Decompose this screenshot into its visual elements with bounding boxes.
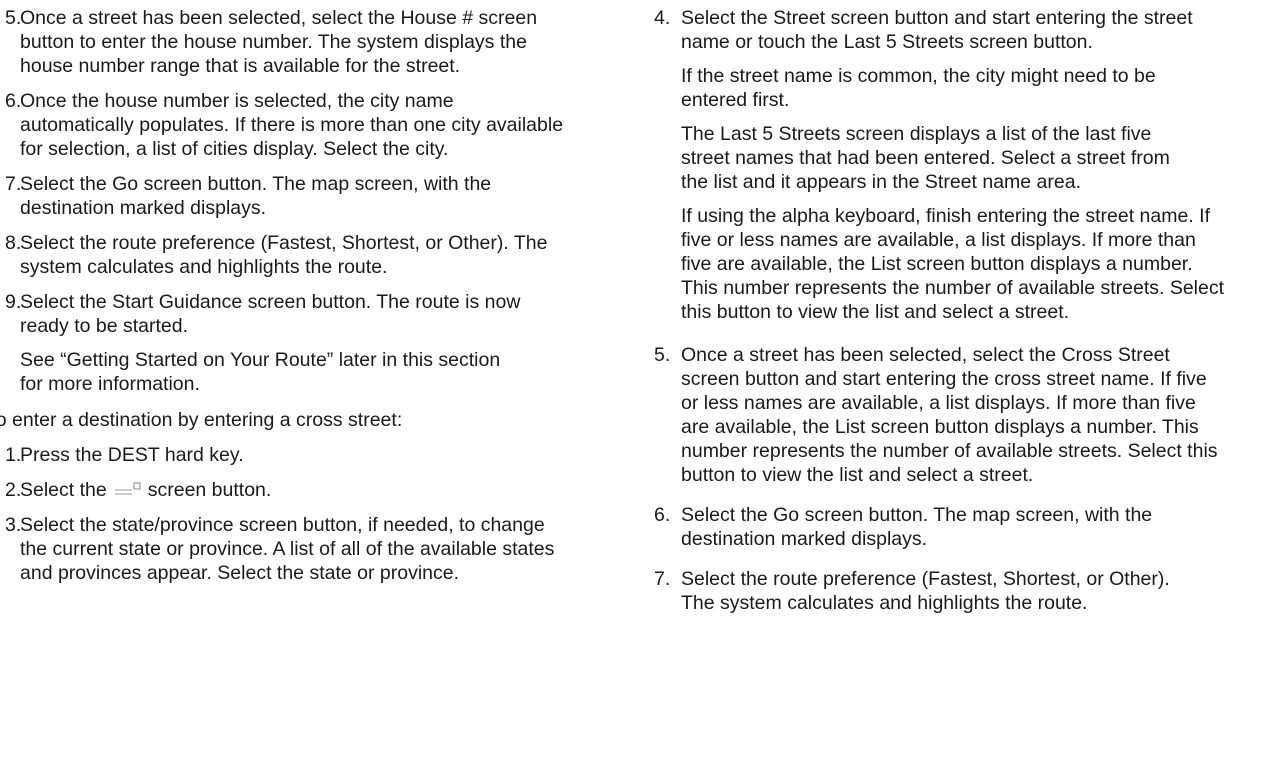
step-2-select-button: 2. Select the screen button. — [0, 478, 568, 502]
step-paragraph: If using the alpha keyboard, finish ente… — [681, 205, 1225, 323]
left-column: 5. Once a street has been selected, sele… — [0, 6, 576, 596]
step-text-before: Select the — [20, 479, 107, 501]
step-number: 3. — [5, 514, 22, 536]
step-6-go-button: 6. Select the Go screen button. The map … — [654, 503, 1226, 551]
step-paragraph: Once a street has been selected, select … — [681, 344, 1218, 486]
step-3-state-province: 3. Select the state/province screen butt… — [0, 513, 565, 585]
step-5-cross-street: 5. Once a street has been selected, sele… — [654, 343, 1226, 487]
step-9-start-guidance: 9. Select the Start Guidance screen butt… — [0, 290, 568, 396]
step-number: 6. — [654, 504, 671, 526]
step-number: 5. — [654, 344, 671, 366]
step-text: Select the screen button. — [20, 478, 568, 502]
step-paragraph: The Last 5 Streets screen displays a lis… — [681, 123, 1170, 193]
step-1-press-dest: 1. Press the DEST hard key. — [0, 443, 568, 467]
step-text: Press the DEST hard key. — [20, 444, 244, 466]
step-number: 2. — [5, 479, 22, 501]
step-paragraph: If the street name is common, the city m… — [681, 65, 1156, 111]
step-number: 6. — [5, 90, 22, 112]
step-number: 1. — [5, 444, 22, 466]
step-number: 9. — [5, 291, 22, 313]
step-number: 7. — [654, 568, 671, 590]
step-note: See “Getting Started on Your Route” late… — [20, 349, 501, 395]
step-text: Select the Go screen button. The map scr… — [20, 173, 492, 219]
step-paragraph: Select the Go screen button. The map scr… — [681, 504, 1153, 550]
step-paragraph: Select the route preference (Fastest, Sh… — [681, 568, 1170, 614]
right-column: 4. Select the Street screen button and s… — [654, 6, 1234, 626]
step-7-go-button: 7. Select the Go screen button. The map … — [0, 172, 568, 220]
step-text: Once a street has been selected, select … — [20, 7, 538, 77]
step-text: Select the route preference (Fastest, Sh… — [20, 232, 548, 278]
section-intro: To enter a destination by entering a cro… — [0, 409, 403, 431]
cross-street-button-icon — [114, 482, 141, 495]
step-number: 7. — [5, 173, 22, 195]
step-8-route-preference: 8. Select the route preference (Fastest,… — [0, 231, 568, 279]
step-number: 8. — [5, 232, 22, 254]
step-text: Select the Start Guidance screen button.… — [20, 291, 521, 337]
step-7-route-preference: 7. Select the route preference (Fastest,… — [654, 567, 1201, 615]
step-text: Select the state/province screen button,… — [20, 514, 555, 584]
manual-page: 5. Once a street has been selected, sele… — [0, 0, 1265, 773]
step-text-after: screen button. — [147, 479, 272, 501]
step-text: Once the house number is selected, the c… — [20, 90, 564, 160]
step-number: 4. — [654, 7, 671, 29]
step-paragraph: Select the Street screen button and star… — [681, 7, 1193, 53]
step-6-city-name: 6. Once the house number is selected, th… — [0, 89, 568, 161]
step-4-street-entry: 4. Select the Street screen button and s… — [654, 6, 1226, 324]
step-number: 5. — [5, 7, 22, 29]
step-5-house-number: 5. Once a street has been selected, sele… — [0, 6, 560, 78]
